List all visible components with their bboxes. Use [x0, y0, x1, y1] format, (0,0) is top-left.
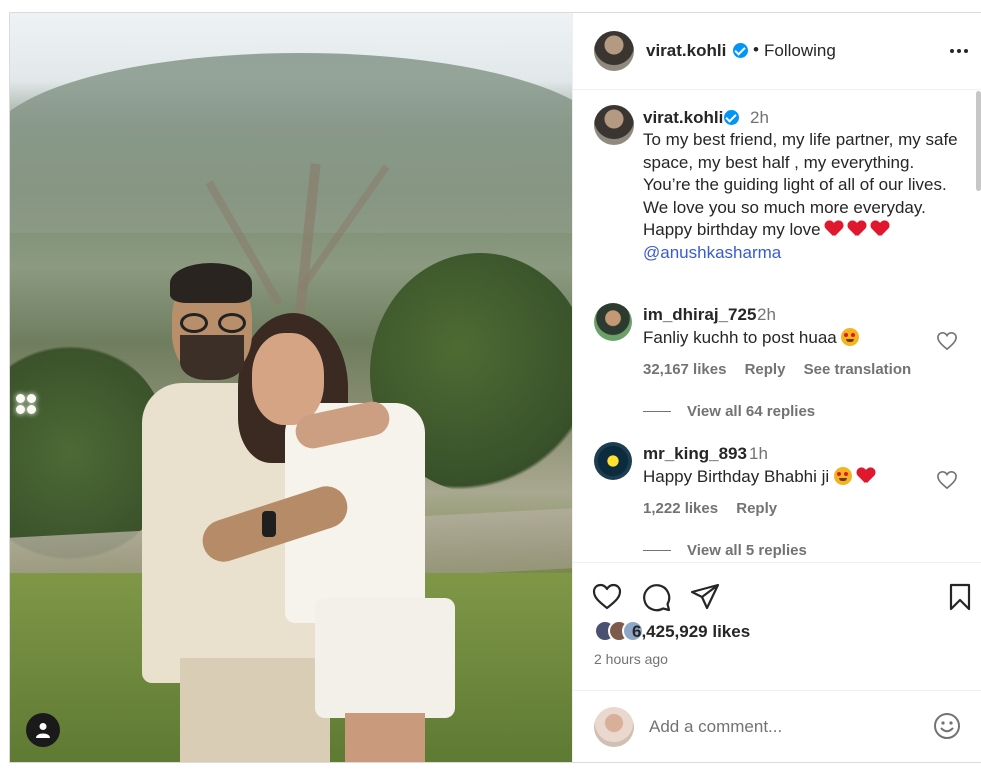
replies-line [643, 550, 671, 551]
comment-item: mr_king_893 1h Happy Birthday Bhabhi ji … [573, 435, 981, 561]
photo-hill [10, 53, 572, 233]
comment-meta: 32,167 likes Reply See translation [643, 361, 925, 378]
photo-glasses [180, 313, 248, 335]
post-dialog: virat.kohli • Following virat.kohli 2h T… [9, 12, 981, 763]
comment-meta: 1,222 likes Reply [643, 500, 791, 517]
reply-button[interactable]: Reply [745, 361, 786, 378]
comment-text-content: Fanliy kuchh to post huaa [643, 328, 837, 347]
photo-man-hair [170, 263, 252, 303]
caption-avatar[interactable] [594, 105, 634, 145]
post-photo[interactable] [10, 13, 572, 762]
reply-button[interactable]: Reply [736, 500, 777, 517]
view-replies-button[interactable]: View all 5 replies [643, 542, 807, 559]
emoji-icon[interactable] [932, 711, 962, 741]
following-button[interactable]: Following [764, 41, 836, 61]
verified-icon [724, 110, 739, 125]
photo-woman-shorts [315, 598, 455, 718]
comment-input[interactable] [649, 711, 919, 743]
caption-mention-link[interactable]: @anushkasharma [643, 243, 781, 262]
commenter-avatar[interactable] [594, 442, 632, 480]
comment-likes[interactable]: 32,167 likes [643, 361, 726, 378]
author-username[interactable]: virat.kohli [646, 41, 726, 61]
more-options-icon[interactable] [947, 39, 971, 63]
comment-composer [573, 690, 981, 762]
comment-item: im_dhiraj_725 2h Fanliy kuchh to post hu… [573, 296, 981, 426]
caption-text: To my best friend, my life partner, my s… [643, 130, 958, 239]
photo-woman-legs [345, 713, 425, 762]
user-tag-icon [36, 723, 50, 738]
comments-scrollbar[interactable] [976, 91, 981, 191]
red-heart-emoji [848, 221, 866, 237]
comment-time: 2h [757, 305, 776, 324]
heart-icon[interactable] [591, 581, 623, 613]
post-caption: To my best friend, my life partner, my s… [643, 129, 963, 264]
likes-count[interactable]: 6,425,929 likes [632, 622, 750, 642]
view-replies-button[interactable]: View all 64 replies [643, 403, 815, 420]
replies-line [643, 411, 671, 412]
heart-eyes-emoji [833, 467, 852, 485]
comment-time: 1h [749, 444, 768, 463]
bookmark-icon[interactable] [944, 581, 976, 613]
commenter-username[interactable]: im_dhiraj_725 [643, 305, 756, 325]
heart-eyes-emoji [841, 328, 860, 346]
photo-man-beard [180, 335, 244, 380]
comment-likes[interactable]: 1,222 likes [643, 500, 718, 517]
view-replies-label: View all 5 replies [687, 542, 807, 559]
photo-watch [262, 511, 276, 537]
caption-username[interactable]: virat.kohli [643, 108, 723, 128]
user-tag-button[interactable] [26, 713, 60, 747]
separator-dot: • [753, 40, 759, 59]
view-replies-label: View all 64 replies [687, 403, 816, 420]
comment-text: Fanliy kuchh to post huaa [643, 328, 860, 348]
post-header: virat.kohli • Following [573, 13, 981, 90]
photo-man-pants [180, 658, 330, 762]
post-timestamp[interactable]: 2 hours ago [594, 651, 668, 667]
photo-lamp [15, 393, 37, 433]
commenter-avatar[interactable] [594, 303, 632, 341]
comment-icon[interactable] [640, 581, 672, 613]
comment-text-content: Happy Birthday Bhabhi ji [643, 467, 830, 486]
commenter-username[interactable]: mr_king_893 [643, 444, 747, 464]
heart-icon[interactable] [936, 470, 958, 490]
post-sidebar: virat.kohli • Following virat.kohli 2h T… [572, 13, 981, 762]
caption-time: 2h [750, 108, 769, 127]
share-icon[interactable] [689, 581, 721, 613]
see-translation-button[interactable]: See translation [804, 361, 912, 378]
photo-woman-face [252, 333, 324, 425]
red-heart-emoji [871, 221, 889, 237]
author-avatar[interactable] [594, 31, 634, 71]
red-heart-emoji [825, 221, 843, 237]
comments-list[interactable]: virat.kohli 2h To my best friend, my lif… [573, 91, 981, 561]
current-user-avatar[interactable] [594, 707, 634, 747]
red-heart-emoji [857, 468, 875, 484]
heart-icon[interactable] [936, 331, 958, 351]
comment-text: Happy Birthday Bhabhi ji [643, 467, 875, 487]
verified-icon [733, 43, 748, 58]
